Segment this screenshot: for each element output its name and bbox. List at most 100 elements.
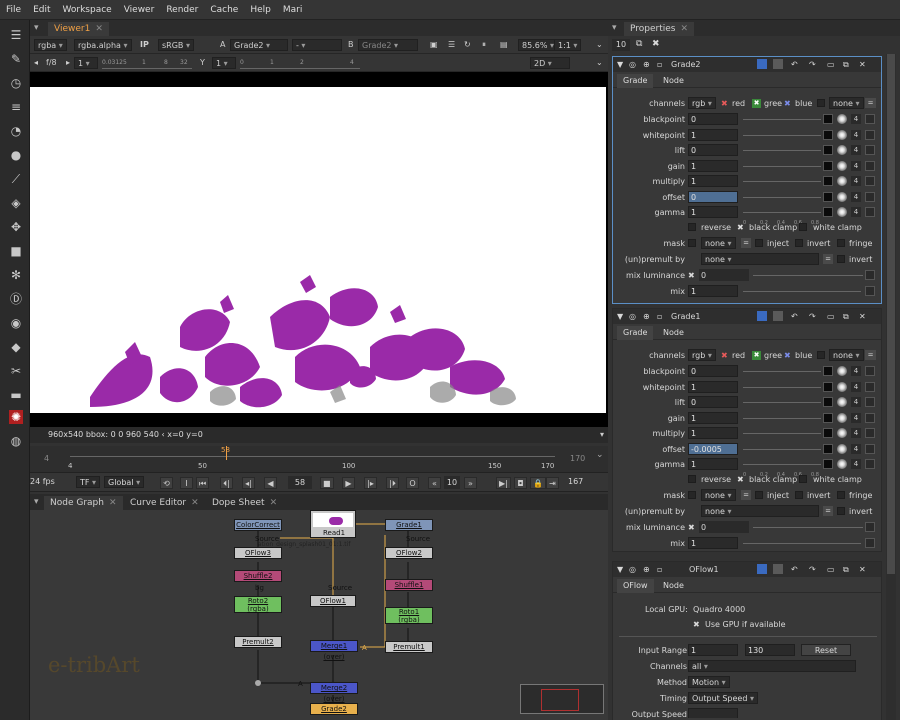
- max-panels-field[interactable]: 10: [612, 39, 630, 51]
- collapse-icon[interactable]: ▼: [617, 57, 623, 72]
- a-input-dropdown[interactable]: Grade2: [230, 39, 288, 51]
- colorspace-dropdown[interactable]: sRGB: [158, 39, 194, 51]
- tab-node[interactable]: Node: [657, 74, 690, 88]
- gain-slider[interactable]: 0.03125 1 8 32: [102, 57, 192, 69]
- node-oflow2[interactable]: OFlow2: [385, 547, 433, 559]
- color-icon[interactable]: ▫: [657, 562, 662, 577]
- node-graph[interactable]: ColorCorrect Source OFlow3 Shuffle2 bg R…: [30, 510, 608, 720]
- param-field[interactable]: 1: [688, 128, 738, 141]
- node-shuffle2[interactable]: Shuffle2: [234, 570, 282, 582]
- menu-help[interactable]: Help: [250, 5, 271, 15]
- play-back-icon[interactable]: ◀: [264, 477, 277, 489]
- color-swatch-icon[interactable]: [823, 397, 833, 407]
- color-wheel-icon[interactable]: [837, 145, 847, 155]
- reverse-checkbox[interactable]: [688, 475, 696, 483]
- presets-icon[interactable]: ▭: [827, 309, 835, 324]
- param-field[interactable]: 1: [688, 411, 738, 424]
- compare-op-dropdown[interactable]: -: [292, 39, 342, 51]
- param-slider[interactable]: [743, 464, 821, 465]
- curve-icon[interactable]: [865, 522, 875, 532]
- curve-icon[interactable]: [865, 176, 875, 186]
- 3d-icon[interactable]: ■: [9, 244, 23, 258]
- param-slider[interactable]: [743, 386, 821, 388]
- color-swatch-icon[interactable]: [823, 176, 833, 186]
- transform-icon[interactable]: ✥: [9, 220, 23, 234]
- tf-dropdown[interactable]: TF: [76, 476, 101, 488]
- fstop-icon[interactable]: ◂: [34, 57, 38, 69]
- zoom-dropdown[interactable]: 85.6%: [518, 39, 558, 51]
- range-end-field[interactable]: 130: [745, 644, 795, 656]
- param-field[interactable]: 1: [688, 427, 738, 439]
- stop-icon[interactable]: ■: [320, 477, 334, 489]
- pause-icon[interactable]: ⏸: [482, 39, 486, 51]
- node-merge2[interactable]: Merge2 (over): [310, 682, 358, 703]
- menu-cache[interactable]: Cache: [210, 5, 238, 15]
- color-swatch-icon[interactable]: [823, 428, 833, 438]
- b-input-dropdown[interactable]: Grade2: [358, 39, 418, 51]
- node-premult2[interactable]: Premult2: [234, 636, 282, 648]
- curve-icon[interactable]: [865, 270, 875, 280]
- expand-icon[interactable]: ⌄: [596, 57, 603, 69]
- color-icon[interactable]: ▫: [657, 309, 662, 324]
- time-icon[interactable]: ◷: [9, 76, 23, 90]
- dot-node[interactable]: [255, 680, 261, 686]
- minimap-viewport[interactable]: [541, 689, 579, 711]
- close-icon[interactable]: ✕: [859, 309, 866, 324]
- param-field[interactable]: 0: [688, 396, 738, 408]
- color-swatch-icon[interactable]: [823, 366, 833, 376]
- color-wheel-icon[interactable]: [837, 160, 847, 171]
- channel-count[interactable]: 4: [851, 366, 861, 376]
- curve-icon[interactable]: [865, 145, 875, 155]
- lock-icon[interactable]: 🔒: [530, 477, 546, 489]
- channel-count[interactable]: 4: [851, 412, 861, 423]
- param-field[interactable]: 1: [688, 159, 738, 172]
- global-dropdown[interactable]: Global: [104, 476, 145, 488]
- prev-frame-icon[interactable]: ◂|: [242, 477, 255, 489]
- channel-count[interactable]: 4: [851, 191, 861, 202]
- menu-workspace[interactable]: Workspace: [63, 5, 112, 15]
- reset-button[interactable]: Reset: [801, 644, 851, 656]
- tab-node[interactable]: Node: [657, 326, 690, 340]
- fps-label[interactable]: 24 fps: [30, 477, 55, 486]
- param-slider[interactable]: [743, 402, 821, 403]
- invert-checkbox[interactable]: [795, 239, 803, 247]
- draw-icon[interactable]: ✎: [9, 52, 23, 66]
- dropdown-arrow-icon[interactable]: ▾: [600, 427, 604, 443]
- expand-icon[interactable]: ⌄: [596, 39, 603, 51]
- fourth-channel-dropdown[interactable]: none: [829, 97, 864, 109]
- mix-field[interactable]: 1: [688, 285, 738, 297]
- mix-luminance-checkbox[interactable]: ✖: [688, 269, 695, 282]
- node-oflow3[interactable]: OFlow3: [234, 547, 282, 559]
- curve-icon[interactable]: [865, 207, 875, 217]
- channel-count[interactable]: 4: [851, 443, 861, 454]
- panel-title[interactable]: OFlow1: [689, 562, 719, 577]
- panel-title[interactable]: Grade1: [671, 309, 700, 324]
- color-icon[interactable]: ◔: [9, 124, 23, 138]
- tab-grade[interactable]: Grade: [617, 326, 654, 340]
- fstop-arrow-icon[interactable]: ▸: [66, 57, 70, 69]
- curve-icon[interactable]: [865, 114, 875, 124]
- furnace-icon[interactable]: ▬: [9, 388, 23, 402]
- param-slider[interactable]: [743, 417, 821, 419]
- roi-icon[interactable]: ▣: [430, 39, 438, 51]
- node-shuffle1[interactable]: Shuffle1: [385, 579, 433, 591]
- param-slider[interactable]: [743, 371, 821, 372]
- curve-icon[interactable]: [865, 459, 875, 469]
- scrollbar-thumb[interactable]: [887, 54, 895, 574]
- gain-field[interactable]: 1: [74, 57, 98, 69]
- particles-icon[interactable]: ✻: [9, 268, 23, 282]
- white-clamp-checkbox[interactable]: [799, 475, 807, 483]
- views-icon[interactable]: ◉: [9, 316, 23, 330]
- param-field[interactable]: 0: [688, 365, 738, 377]
- color-wheel-icon[interactable]: [837, 191, 847, 202]
- color-wheel-icon[interactable]: [837, 428, 847, 438]
- menu-render[interactable]: Render: [166, 5, 198, 15]
- close-icon[interactable]: ✕: [270, 498, 278, 508]
- mask-dropdown[interactable]: none: [701, 237, 736, 249]
- presets-icon[interactable]: ▭: [827, 562, 835, 577]
- undo-icon[interactable]: ↶: [791, 57, 798, 72]
- param-slider[interactable]: [743, 119, 821, 120]
- color-wheel-icon[interactable]: [837, 176, 847, 186]
- color-swatch-icon[interactable]: [823, 114, 833, 124]
- channel-count[interactable]: 4: [851, 428, 861, 438]
